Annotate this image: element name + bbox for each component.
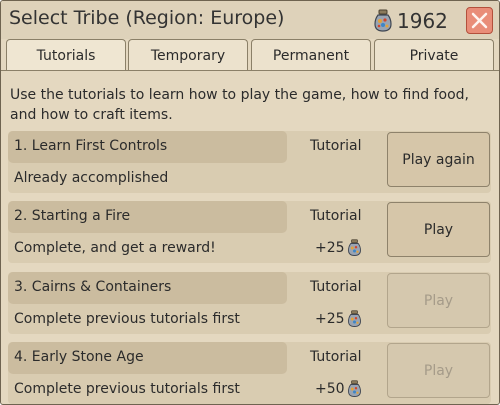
gem-bag-icon [347, 379, 362, 399]
tutorial-status: Already accomplished [14, 170, 169, 186]
tab-tutorials[interactable]: Tutorials [6, 39, 126, 71]
tutorial-type: Tutorial [310, 138, 362, 154]
row-title-bar: 2. Starting a Fire [8, 201, 287, 233]
tutorial-row: 2. Starting a Fire Tutorial Complete, an… [8, 201, 491, 263]
close-button[interactable] [466, 7, 493, 34]
intro-text: Use the tutorials to learn how to play t… [10, 87, 469, 123]
reward: +25 [315, 308, 362, 330]
play-again-button[interactable]: Play again [387, 132, 490, 187]
dialog-header: Select Tribe (Region: Europe) 1962 [1, 1, 499, 39]
tutorial-status: Complete previous tutorials first [14, 381, 240, 397]
reward-value: +50 [315, 381, 345, 397]
tutorial-title: 2. Starting a Fire [14, 208, 131, 224]
gem-bag-icon [347, 238, 362, 258]
tutorial-row: 4. Early Stone Age Tutorial Complete pre… [8, 342, 491, 404]
reward: +25 [315, 237, 362, 259]
tutorial-type: Tutorial [310, 279, 362, 295]
tutorial-title: 4. Early Stone Age [14, 349, 144, 365]
gem-bag-icon [373, 9, 393, 33]
coin-balance: 1962 [373, 7, 448, 35]
tutorial-row: 3. Cairns & Containers Tutorial Complete… [8, 272, 491, 334]
select-tribe-dialog: Select Tribe (Region: Europe) 1962 Tutor… [0, 0, 500, 405]
play-button[interactable]: Play [387, 273, 490, 328]
gem-bag-icon [347, 309, 362, 329]
tutorial-title: 1. Learn First Controls [14, 138, 168, 154]
tutorial-type: Tutorial [310, 208, 362, 224]
close-icon [471, 12, 488, 29]
row-title-bar: 4. Early Stone Age [8, 342, 287, 374]
tutorial-title: 3. Cairns & Containers [14, 279, 172, 295]
reward-value: +25 [315, 311, 345, 327]
tab-bar: Tutorials Temporary Permanent Private [6, 39, 496, 71]
row-title-bar: 1. Learn First Controls [8, 131, 287, 163]
play-button[interactable]: Play [387, 202, 490, 257]
tutorial-type: Tutorial [310, 349, 362, 365]
row-title-bar: 3. Cairns & Containers [8, 272, 287, 304]
tab-temporary[interactable]: Temporary [128, 39, 248, 71]
tab-private[interactable]: Private [374, 39, 494, 71]
tutorial-status: Complete, and get a reward! [14, 240, 216, 256]
coin-count: 1962 [397, 9, 448, 33]
tutorial-status: Complete previous tutorials first [14, 311, 240, 327]
tab-permanent[interactable]: Permanent [251, 39, 371, 71]
tab-divider [1, 70, 499, 71]
reward: +50 [315, 378, 362, 400]
tutorial-row: 1. Learn First Controls Tutorial Already… [8, 131, 491, 193]
play-button[interactable]: Play [387, 343, 490, 398]
reward-value: +25 [315, 240, 345, 256]
dialog-title: Select Tribe (Region: Europe) [9, 7, 285, 29]
